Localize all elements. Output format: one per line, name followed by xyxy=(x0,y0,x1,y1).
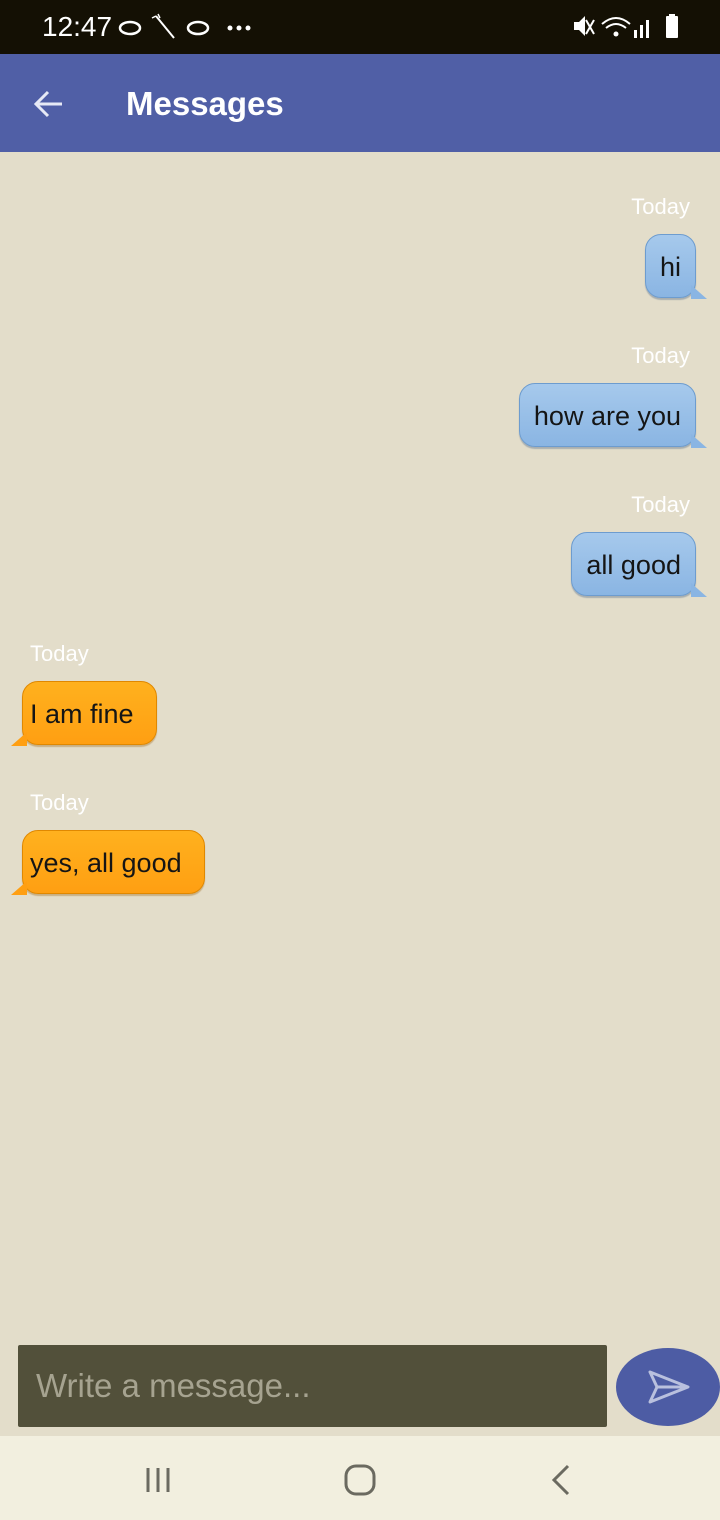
home-button[interactable] xyxy=(340,1462,380,1498)
nav-back-button[interactable] xyxy=(542,1462,582,1498)
status-bar: 12:47 xyxy=(0,0,720,54)
home-icon xyxy=(344,1464,376,1496)
arrow-left-icon xyxy=(33,90,62,118)
send-icon xyxy=(648,1370,690,1404)
message-time: Today xyxy=(631,194,690,219)
message-bubble-sent[interactable]: how are you xyxy=(518,383,707,448)
bubble-tail xyxy=(691,285,707,299)
message-time: Today xyxy=(30,641,89,666)
message-list[interactable]: Today hi Today how are you Today all goo… xyxy=(0,152,720,1336)
app-bar: Messages xyxy=(0,54,720,152)
message-bubble-received[interactable]: I am fine xyxy=(11,681,157,746)
message-time: Today xyxy=(631,343,690,368)
message-bubble-received[interactable]: yes, all good xyxy=(11,830,205,895)
status-time: 12:47 xyxy=(42,11,113,42)
message-text: hi xyxy=(659,252,681,282)
recent-apps-button[interactable] xyxy=(138,1462,178,1498)
message-text: all good xyxy=(586,550,681,580)
bubble-tail xyxy=(691,434,707,448)
bubble-tail xyxy=(11,732,27,746)
message-input[interactable] xyxy=(18,1345,607,1427)
message-text: yes, all good xyxy=(30,848,182,878)
page-title: Messages xyxy=(126,85,284,122)
bubble-tail xyxy=(691,583,707,597)
message-text: how are you xyxy=(533,401,681,431)
message-bubble-sent[interactable]: hi xyxy=(644,234,707,299)
notification-icons xyxy=(118,13,251,39)
message-time: Today xyxy=(30,790,89,815)
back-button[interactable] xyxy=(28,84,68,124)
system-status-icons xyxy=(574,14,678,38)
message-time: Today xyxy=(631,492,690,517)
system-nav-bar xyxy=(0,1436,720,1520)
chevron-left-icon xyxy=(551,1464,570,1496)
bubble-tail xyxy=(11,881,27,895)
recent-apps-icon xyxy=(146,1468,170,1492)
send-button[interactable] xyxy=(616,1348,720,1426)
message-bubble-sent[interactable]: all good xyxy=(571,532,707,597)
message-text: I am fine xyxy=(30,699,134,729)
